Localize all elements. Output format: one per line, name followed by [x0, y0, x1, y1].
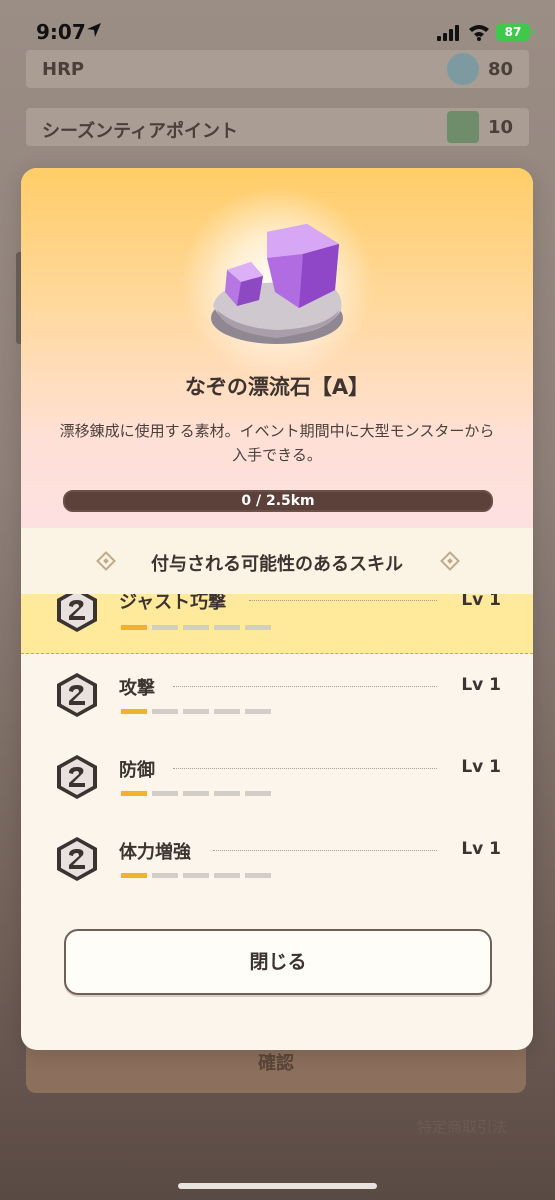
level-segment — [214, 709, 240, 714]
skill-row[interactable]: 体力増強 Lv 1 — [21, 817, 533, 899]
level-segment — [183, 873, 209, 878]
skill-level-bar — [121, 791, 271, 796]
wifi-icon — [469, 25, 489, 41]
skill-hexagon-icon — [57, 837, 97, 881]
skill-name: 攻撃 — [119, 678, 155, 699]
modal-header-area: なぞの漂流石【A】 漂移錬成に使用する素材。イベント期間中に大型モンスターから入… — [21, 168, 533, 528]
skill-name: 体力増強 — [119, 842, 191, 863]
home-indicator[interactable] — [178, 1183, 377, 1189]
level-segment — [152, 625, 178, 630]
skill-level-bar — [121, 873, 271, 878]
season-tier-icon — [447, 111, 479, 143]
background-row-season-tier: シーズンティアポイント 10 — [26, 108, 529, 146]
battery-level: 87 — [504, 25, 522, 39]
skill-level: Lv 1 — [461, 839, 501, 859]
level-segment — [152, 873, 178, 878]
skill-leader-line — [173, 768, 437, 769]
level-segment — [152, 791, 178, 796]
background-row-hrp: HRP 80 — [26, 50, 529, 88]
crystal-stone-icon — [211, 224, 343, 344]
level-segment — [245, 791, 271, 796]
skill-level-bar — [121, 709, 271, 714]
level-segment — [121, 873, 147, 878]
skill-name: ジャスト巧撃 — [119, 594, 227, 613]
skill-hexagon-icon — [57, 673, 97, 717]
close-button[interactable]: 閉じる — [64, 929, 492, 995]
distance-progress-bar: 0 / 2.5km — [63, 490, 493, 512]
hrp-icon — [447, 53, 479, 85]
background-row-value: 10 — [487, 117, 513, 138]
skill-leader-line — [213, 850, 437, 851]
progress-text: 0 / 2.5km — [241, 493, 315, 509]
level-segment — [121, 625, 147, 630]
skill-leader-line — [249, 600, 437, 601]
level-segment — [245, 625, 271, 630]
skill-row[interactable]: 防御 Lv 1 — [21, 735, 533, 817]
level-segment — [214, 873, 240, 878]
skill-hexagon-icon — [57, 755, 97, 799]
skill-leader-line — [173, 686, 437, 687]
cellular-signal-icon — [437, 25, 459, 41]
location-arrow-icon — [87, 23, 101, 37]
skill-row[interactable]: ジャスト巧撃 Lv 1 — [21, 594, 533, 654]
item-detail-modal: なぞの漂流石【A】 漂移錬成に使用する素材。イベント期間中に大型モンスターから入… — [21, 168, 533, 1050]
background-legal-link: 特定商取引法 — [416, 1118, 507, 1136]
background-row-label: シーズンティアポイント — [42, 121, 239, 142]
status-time: 9:07 — [36, 20, 86, 44]
level-segment — [183, 709, 209, 714]
background-row-label: HRP — [42, 59, 85, 80]
skills-section-header: 付与される可能性のあるスキル — [21, 528, 533, 594]
skill-row[interactable]: 攻撃 Lv 1 — [21, 653, 533, 735]
battery-icon: 87 — [496, 23, 534, 41]
level-segment — [121, 791, 147, 796]
item-name: なぞの漂流石【A】 — [184, 375, 370, 399]
skill-level: Lv 1 — [461, 757, 501, 777]
level-segment — [245, 873, 271, 878]
skill-level-bar — [121, 625, 271, 630]
level-segment — [152, 709, 178, 714]
level-segment — [121, 709, 147, 714]
level-segment — [214, 791, 240, 796]
skill-hexagon-icon — [57, 594, 97, 632]
level-segment — [183, 625, 209, 630]
skill-name: 防御 — [119, 760, 155, 781]
skill-level: Lv 1 — [461, 675, 501, 695]
item-description: 漂移錬成に使用する素材。イベント期間中に大型モンスターから入手できる。 — [59, 422, 495, 464]
background-row-value: 80 — [487, 59, 513, 80]
level-segment — [183, 791, 209, 796]
skill-level: Lv 1 — [461, 594, 501, 610]
level-segment — [245, 709, 271, 714]
level-segment — [214, 625, 240, 630]
